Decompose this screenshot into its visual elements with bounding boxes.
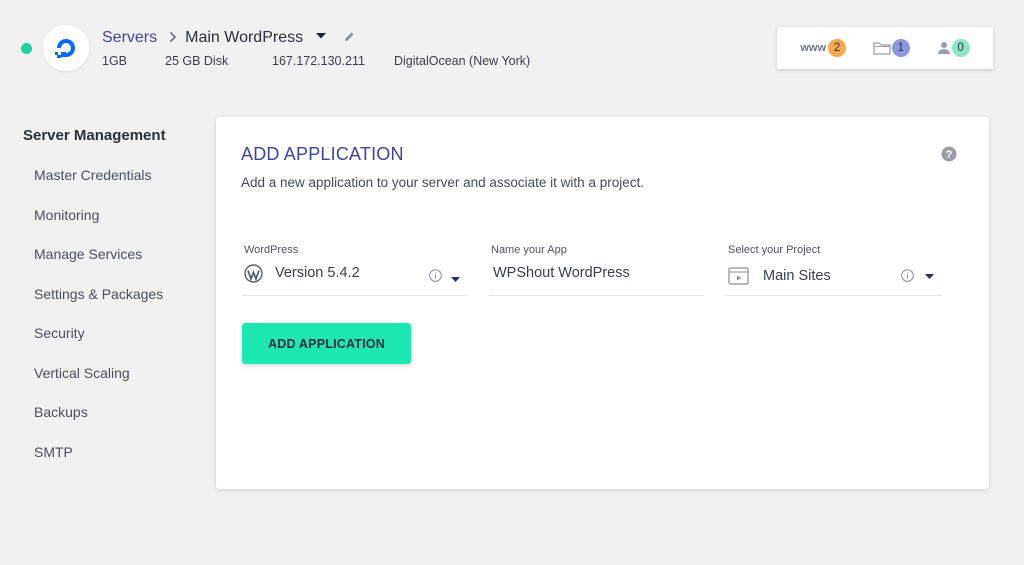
www-count-badge: 2 <box>828 39 847 57</box>
server-ram: 1GB <box>102 54 128 68</box>
server-name: Main WordPress <box>185 29 304 46</box>
add-application-button[interactable]: ADD APPLICATION <box>242 323 411 364</box>
stat-projects[interactable]: 1 <box>873 39 910 57</box>
sidebar-item-vertical-scaling[interactable]: Vertical Scaling <box>34 363 163 403</box>
project-icon <box>728 266 749 290</box>
wordpress-version-label: WordPress <box>244 244 299 256</box>
server-ip: 167.172.130.211 <box>272 54 365 68</box>
chevron-down-icon[interactable] <box>451 270 460 288</box>
info-icon[interactable] <box>429 269 442 287</box>
project-select[interactable]: Select your Project Main Sites <box>726 244 942 296</box>
sidebar-item-master-credentials[interactable]: Master Credentials <box>34 165 163 205</box>
app-name-input[interactable]: WPShout WordPress <box>493 265 630 281</box>
breadcrumb-servers-link[interactable]: Servers <box>102 29 157 47</box>
server-status-dot <box>21 43 32 54</box>
project-value: Main Sites <box>763 268 831 284</box>
sidebar-item-backups[interactable]: Backups <box>34 402 163 442</box>
sidebar-item-security[interactable]: Security <box>34 323 163 363</box>
sidebar-title: Server Management <box>23 127 166 144</box>
server-disk: 25 GB Disk <box>165 54 229 68</box>
server-provider: DigitalOcean (New York) <box>394 54 531 68</box>
user-count-badge: 0 <box>951 39 970 57</box>
www-icon: www <box>800 42 827 54</box>
wordpress-icon <box>244 264 263 288</box>
stat-websites[interactable]: www 2 <box>800 39 847 57</box>
wordpress-version-select[interactable]: WordPress Version 5.4.2 <box>242 244 466 296</box>
project-label: Select your Project <box>728 244 821 256</box>
folder-count-badge: 1 <box>891 39 910 57</box>
info-icon[interactable] <box>901 269 914 287</box>
sidebar-item-smtp[interactable]: SMTP <box>34 442 163 482</box>
sidebar-menu: Master Credentials Monitoring Manage Ser… <box>34 165 163 481</box>
breadcrumb: Servers Main WordPress <box>102 28 356 48</box>
add-application-card: ADD APPLICATION ? Add a new application … <box>216 117 989 489</box>
chevron-down-icon[interactable] <box>925 267 934 285</box>
card-title: ADD APPLICATION <box>241 144 404 164</box>
breadcrumb-chevron-icon <box>169 30 177 47</box>
sidebar-item-settings-packages[interactable]: Settings & Packages <box>34 284 163 324</box>
help-icon[interactable]: ? <box>941 146 957 167</box>
app-name-field[interactable]: Name your App WPShout WordPress <box>489 244 704 296</box>
svg-text:?: ? <box>946 149 953 161</box>
user-icon <box>937 42 950 54</box>
digitalocean-icon <box>55 39 75 58</box>
sidebar-item-manage-services[interactable]: Manage Services <box>34 244 163 284</box>
server-switch-caret-icon[interactable] <box>315 27 327 45</box>
server-stats: www 2 1 0 <box>777 27 993 69</box>
digitalocean-logo <box>43 25 89 71</box>
sidebar-item-monitoring[interactable]: Monitoring <box>34 205 163 245</box>
edit-server-name-icon[interactable] <box>343 30 356 48</box>
stat-users[interactable]: 0 <box>937 39 970 57</box>
card-description: Add a new application to your server and… <box>241 175 644 190</box>
app-name-label: Name your App <box>491 244 567 256</box>
folder-icon <box>873 42 891 55</box>
wordpress-version-value: Version 5.4.2 <box>275 265 360 281</box>
